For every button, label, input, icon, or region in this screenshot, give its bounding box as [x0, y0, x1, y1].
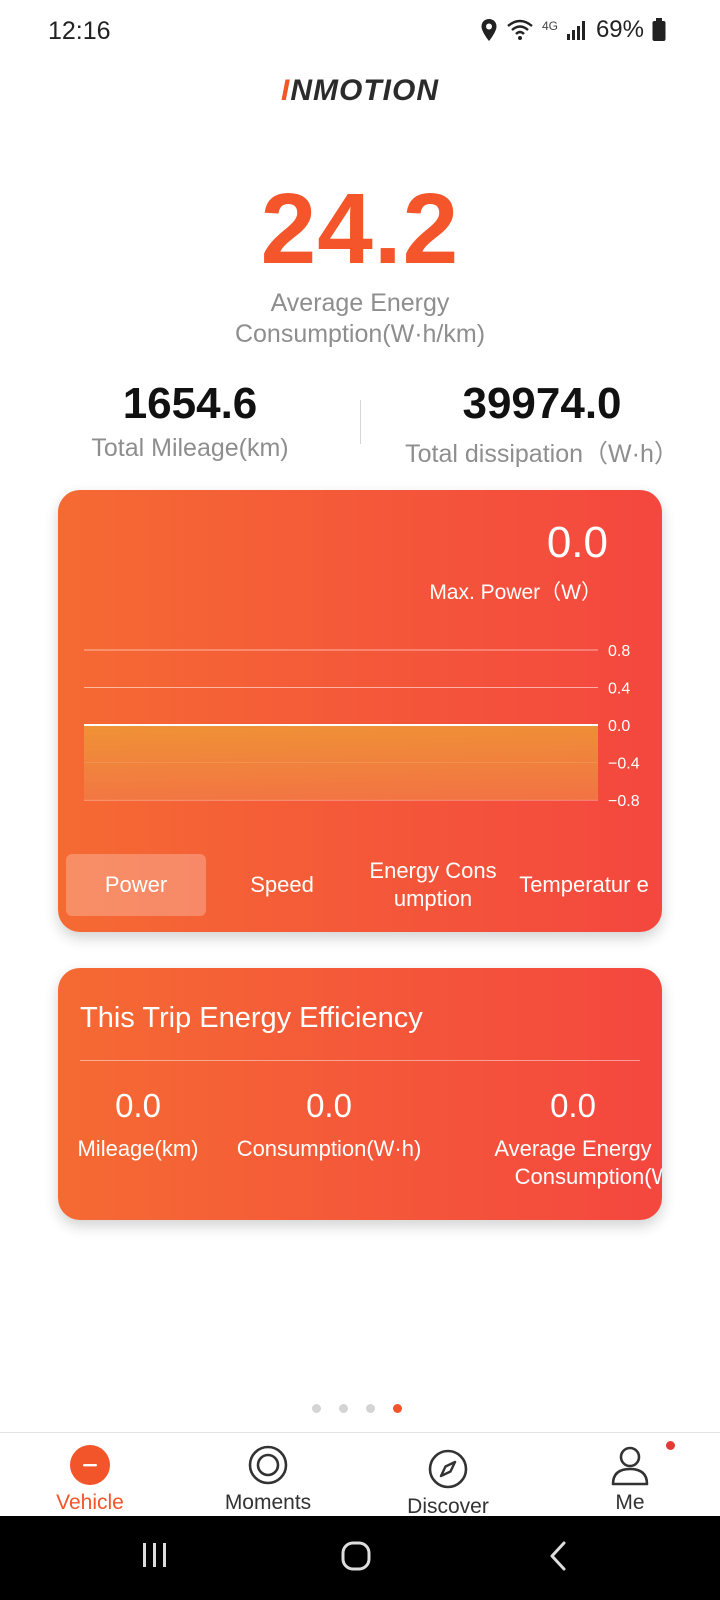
trip-consumption-value: 0.0	[306, 1087, 352, 1124]
metric-tabs: Power Speed Energy Cons umption Temperat…	[66, 854, 656, 918]
page-dot[interactable]	[339, 1404, 348, 1413]
moments-icon	[248, 1445, 288, 1485]
trip-mileage-label: Mileage(km)	[77, 1136, 199, 1161]
bottom-navigation: Vehicle Moments Discover Me	[0, 1432, 720, 1518]
avg-energy-label: Average Energy Consumption(W·h/km)	[234, 289, 486, 348]
signal-icon	[566, 21, 585, 40]
chart-y-tick-label: −0.8	[608, 793, 640, 810]
chart-area	[84, 725, 598, 800]
status-time: 12:16	[48, 17, 111, 45]
notification-badge	[666, 1441, 675, 1450]
trip-mileage: 0.0 Mileage(km)	[64, 1086, 212, 1163]
trip-avg-value: 0.0	[550, 1087, 596, 1124]
stat-divider	[360, 400, 361, 444]
trip-consumption-label: Consumption(W·h)	[236, 1136, 422, 1161]
back-icon[interactable]	[546, 1540, 570, 1572]
total-mileage-stat: 1654.6 Total Mileage(km)	[10, 378, 370, 463]
power-chart[interactable]: 0.8 0.4 0.0 −0.4 −0.8	[58, 640, 662, 840]
total-dissipation-value: 39974.0	[462, 379, 622, 428]
nav-me[interactable]: Me	[540, 1433, 720, 1517]
nav-discover[interactable]: Discover	[358, 1433, 538, 1518]
chart-y-tick-label: 0.8	[608, 643, 630, 660]
tab-temperature[interactable]: Temperatur e	[512, 854, 656, 916]
tab-speed[interactable]: Speed	[212, 854, 352, 916]
total-dissipation-stat: 39974.0 Total dissipation（W·h）	[362, 378, 720, 470]
status-icons: 4G 69%	[480, 16, 666, 44]
nav-vehicle-label: Vehicle	[56, 1491, 124, 1514]
battery-icon	[652, 18, 666, 41]
app-header: INMOTION	[0, 74, 720, 108]
trip-avg-label-line2: Consumption(W·h/	[514, 1164, 662, 1189]
status-bar: 12:16 4G 69%	[0, 0, 720, 62]
home-icon[interactable]	[340, 1540, 372, 1572]
trip-consumption: 0.0 Consumption(W·h)	[224, 1086, 434, 1163]
battery-percent: 69%	[595, 16, 644, 43]
wifi-icon	[507, 19, 533, 40]
location-icon	[481, 19, 497, 41]
compass-icon	[428, 1449, 468, 1489]
nav-me-label: Me	[615, 1491, 645, 1514]
chart-y-tick-label: 0.0	[608, 718, 630, 735]
page-dot-active[interactable]	[393, 1404, 402, 1413]
nav-moments-label: Moments	[224, 1491, 312, 1514]
trip-avg-energy: 0.0 Average Energy Consumption(W·h/	[448, 1086, 662, 1191]
max-power-value: 0.0	[546, 518, 608, 567]
trip-divider	[80, 1060, 640, 1061]
nav-vehicle[interactable]: Vehicle	[0, 1433, 180, 1517]
page-dot[interactable]	[312, 1404, 321, 1413]
system-navigation-bar	[0, 1516, 720, 1600]
page-dot[interactable]	[366, 1404, 375, 1413]
trip-efficiency-card: This Trip Energy Efficiency 0.0 Mileage(…	[58, 968, 662, 1220]
nav-moments[interactable]: Moments	[178, 1433, 358, 1517]
page-indicator	[312, 1404, 402, 1413]
tab-power[interactable]: Power	[66, 854, 206, 916]
logo-text: NMOTION	[290, 74, 439, 107]
chart-y-tick-label: −0.4	[608, 756, 640, 773]
trip-avg-label: Average Energy Consumption(W·h/	[448, 1134, 662, 1191]
total-mileage-value: 1654.6	[122, 379, 258, 428]
trip-mileage-value: 0.0	[115, 1087, 161, 1124]
inmotion-logo: INMOTION	[281, 74, 439, 108]
total-mileage-label: Total Mileage(km)	[91, 434, 289, 462]
max-power-label: Max. Power（W）	[429, 581, 602, 604]
vehicle-icon	[70, 1445, 110, 1485]
user-icon	[611, 1446, 649, 1486]
chart-y-tick-label: 0.4	[608, 681, 630, 698]
summary-stats: 1654.6 Total Mileage(km) 39974.0 Total d…	[0, 378, 720, 468]
avg-energy-value: 24.2	[260, 173, 460, 285]
tab-energy-consumption[interactable]: Energy Cons umption	[358, 854, 508, 916]
logo-accent: I	[281, 74, 291, 107]
total-dissipation-label: Total dissipation（W·h）	[405, 440, 679, 468]
recent-apps-icon[interactable]	[140, 1540, 170, 1570]
trip-title: This Trip Energy Efficiency	[80, 1002, 423, 1034]
network-type: 4G	[541, 19, 558, 33]
trip-avg-label-line1: Average Energy	[494, 1136, 652, 1161]
power-chart-card[interactable]: 0.0 Max. Power（W） 0.8 0.4 0.0 −0.4 −0.8 Powe…	[58, 490, 662, 932]
